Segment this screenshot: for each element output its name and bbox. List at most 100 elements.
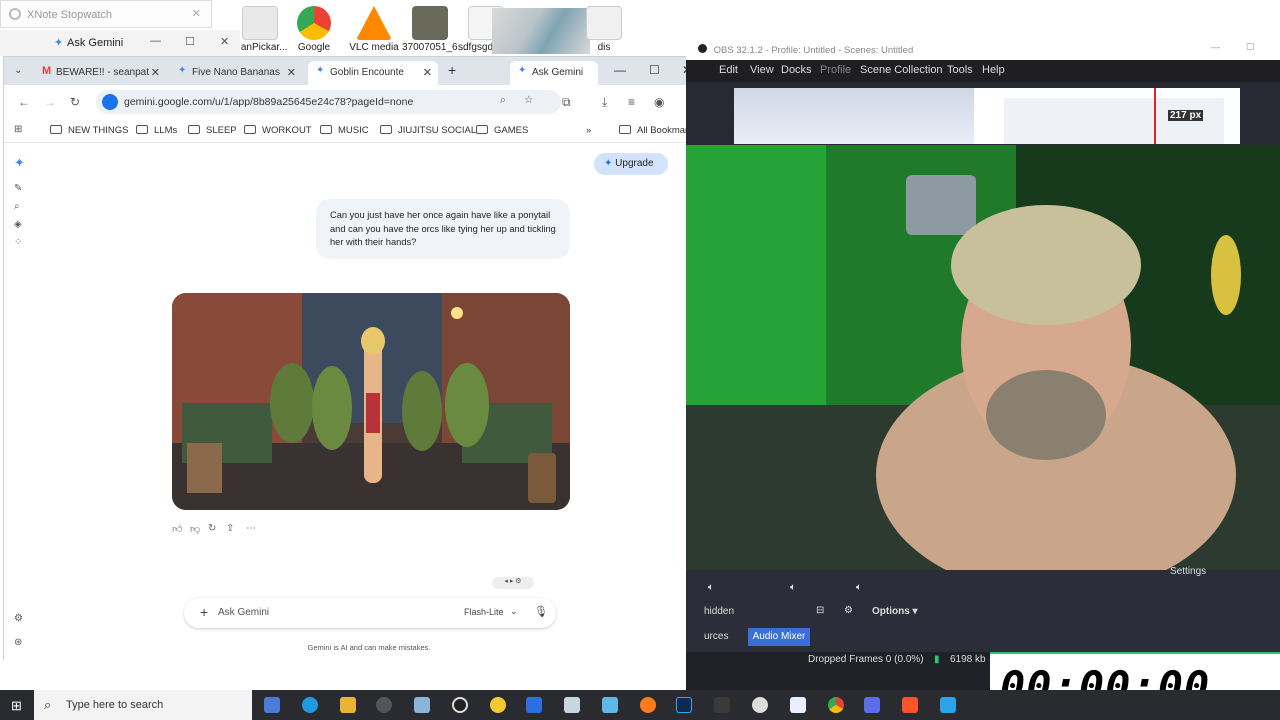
sources-tab[interactable]: urces: [704, 631, 728, 642]
obs-preview-canvas[interactable]: 217 px: [734, 88, 1240, 144]
xnote-stopwatch-window[interactable]: XNote Stopwatch ✕: [0, 0, 212, 28]
close-tab-icon[interactable]: ✕: [287, 66, 296, 79]
file-explorer-icon[interactable]: [340, 697, 356, 713]
gemini-star-icon[interactable]: ✦: [14, 155, 25, 171]
desktop-file-icon[interactable]: ...anPickar...: [232, 6, 288, 53]
gear-icon[interactable]: ⚙: [844, 605, 853, 616]
volume-icon[interactable]: 🔈︎: [790, 582, 796, 593]
app-icon[interactable]: [790, 697, 806, 713]
taskbar-search[interactable]: ⌕ Type here to search: [34, 690, 252, 720]
folder-desktop-icon[interactable]: dis: [576, 6, 632, 53]
photoshop-icon[interactable]: [676, 697, 692, 713]
menu-tools[interactable]: Tools: [947, 64, 973, 76]
maximize-icon[interactable]: ☐: [185, 35, 195, 48]
app-icon[interactable]: [564, 697, 580, 713]
menu-help[interactable]: Help: [982, 64, 1005, 76]
close-tab-icon[interactable]: ✕: [423, 66, 432, 79]
bookmark-workout[interactable]: WORKOUT: [244, 125, 312, 136]
thumbs-up-icon[interactable]: 👍︎: [172, 523, 182, 535]
chrome-desktop-icon[interactable]: Google: [286, 6, 342, 53]
search-icon[interactable]: ⌕: [500, 94, 506, 107]
maximize-icon[interactable]: ☐: [649, 63, 660, 77]
tab-search-chevron-icon[interactable]: ⌄: [14, 65, 22, 76]
tab-ask-gemini[interactable]: ✦ Ask Gemini: [510, 61, 598, 85]
task-view-icon[interactable]: [264, 697, 280, 713]
app-icon[interactable]: [940, 697, 956, 713]
ask-gemini-window-bar[interactable]: ✦ Ask Gemini — ☐ ✕: [0, 30, 240, 56]
bookmark-music[interactable]: MUSIC: [320, 125, 369, 136]
new-tab-button[interactable]: +: [448, 62, 456, 78]
new-chat-icon[interactable]: ✎: [14, 183, 22, 194]
apps-grid-icon[interactable]: ⊞: [14, 124, 22, 135]
vlc-desktop-icon[interactable]: VLC media: [346, 6, 402, 53]
notes-icon[interactable]: [414, 697, 430, 713]
app-icon[interactable]: [714, 697, 730, 713]
bookmark-llms[interactable]: LLMs: [136, 125, 177, 136]
extensions-icon[interactable]: ⧉: [562, 95, 571, 110]
model-selector[interactable]: Flash-Lite: [464, 607, 504, 617]
obs-icon[interactable]: [376, 697, 392, 713]
search-icon[interactable]: ⌕: [14, 201, 20, 212]
tab-goblin-encounter[interactable]: ✦ Goblin Encounte ✕: [308, 61, 438, 85]
settings-button[interactable]: Settings: [1170, 566, 1206, 577]
media-controls-icon[interactable]: ≡: [628, 95, 635, 109]
minimize-icon[interactable]: —: [150, 35, 161, 47]
start-button[interactable]: ⊞: [0, 690, 34, 720]
regenerate-icon[interactable]: ↻: [208, 523, 216, 534]
back-arrow-icon[interactable]: ←: [18, 95, 30, 109]
bookmark-games[interactable]: GAMES: [476, 125, 528, 136]
close-icon[interactable]: ✕: [220, 35, 229, 48]
tab-five-nano-bananas[interactable]: ✦ Five Nano Bananas ✕: [170, 61, 302, 85]
microphone-icon[interactable]: 🎙︎: [534, 605, 548, 618]
profile-avatar-icon[interactable]: ◉: [654, 95, 664, 109]
minimize-icon[interactable]: —: [1211, 42, 1221, 53]
options-button[interactable]: Options ▾: [872, 606, 918, 617]
bookmark-sleep[interactable]: SLEEP: [188, 125, 237, 136]
apps-icon[interactable]: ⁘: [14, 237, 22, 248]
floating-mini-controls[interactable]: ◂ ▸ ⚙: [492, 577, 534, 589]
generated-image[interactable]: [172, 293, 570, 510]
site-info-icon[interactable]: [102, 94, 118, 110]
obs-studio-icon[interactable]: [452, 697, 468, 713]
more-options-icon[interactable]: ⋯: [246, 523, 256, 534]
close-tab-icon[interactable]: ✕: [151, 66, 160, 79]
share-icon[interactable]: ⇪: [226, 523, 234, 534]
edge-icon[interactable]: [302, 697, 318, 713]
add-plus-icon[interactable]: +: [200, 604, 208, 620]
bookmark-new-things[interactable]: NEW THINGS: [50, 125, 129, 136]
chrome-icon[interactable]: [828, 697, 844, 713]
menu-profile[interactable]: Profile: [820, 64, 851, 76]
address-bar[interactable]: gemini.google.com/u/1/app/8b89a25645e24c…: [96, 90, 561, 114]
bookmark-star-icon[interactable]: ☆: [524, 94, 533, 106]
menu-view[interactable]: View: [750, 64, 774, 76]
minimize-icon[interactable]: —: [614, 63, 626, 77]
audio-mixer-tab[interactable]: Audio Mixer: [748, 628, 810, 646]
prompt-input[interactable]: + Ask Gemini Flash-Lite ⌄ 🎙︎: [184, 598, 556, 628]
brave-icon[interactable]: [902, 697, 918, 713]
forward-arrow-icon[interactable]: →: [44, 95, 56, 109]
reload-icon[interactable]: ↻: [70, 95, 80, 109]
app-icon[interactable]: [864, 697, 880, 713]
image-desktop-icon[interactable]: 37007051_6...: [402, 6, 466, 53]
volume-icon[interactable]: 🔈︎: [708, 582, 714, 593]
menu-scene-collection[interactable]: Scene Collection: [860, 64, 943, 76]
close-icon[interactable]: ✕: [192, 7, 201, 20]
app-icon[interactable]: [602, 697, 618, 713]
app-icon[interactable]: [752, 697, 768, 713]
lightbulb-icon[interactable]: [490, 697, 506, 713]
thumbs-down-icon[interactable]: 👎︎: [190, 523, 200, 535]
firefox-icon[interactable]: [640, 697, 656, 713]
gems-icon[interactable]: ◈: [14, 219, 22, 230]
menu-edit[interactable]: Edit: [719, 64, 738, 76]
menu-docks[interactable]: Docks: [781, 64, 812, 76]
docs-icon[interactable]: [526, 697, 542, 713]
tab-gmail[interactable]: M BEWARE!! - seanpat ✕: [34, 61, 166, 85]
filter-icon[interactable]: ⊟: [816, 605, 824, 616]
chevron-down-icon[interactable]: ⌄: [510, 606, 518, 617]
volume-icon[interactable]: 🔈︎: [856, 582, 862, 593]
maximize-icon[interactable]: ☐: [1246, 42, 1255, 53]
download-icon[interactable]: ⤓: [602, 95, 607, 110]
bookmark-jiujitsu-social[interactable]: JIUJITSU SOCIAL: [380, 125, 476, 136]
upgrade-button[interactable]: ✦ Upgrade: [594, 153, 668, 175]
settings-icon[interactable]: ⚙: [14, 613, 23, 624]
